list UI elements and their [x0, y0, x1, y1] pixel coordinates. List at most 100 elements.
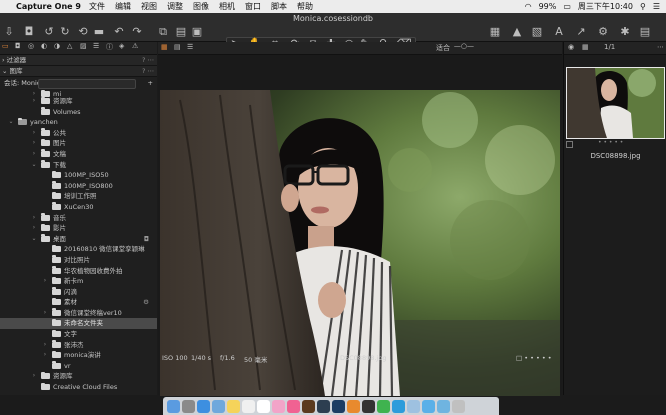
tree-item[interactable]: 未命名文件夹	[0, 318, 157, 330]
camera-icon[interactable]: ◘	[144, 234, 149, 245]
tree-item[interactable]: Volumes	[0, 107, 157, 118]
menu-camera[interactable]: 相机	[219, 1, 235, 12]
tree-item[interactable]: ⌄ 下载	[0, 160, 157, 171]
grid-icon[interactable]: ▦	[488, 25, 502, 38]
tree-item[interactable]: 对比照片	[0, 255, 157, 266]
redo-arrow-icon[interactable]: ↷	[130, 25, 144, 38]
viewer-toggle-icon[interactable]: ▣	[190, 25, 204, 38]
chevron-right-icon[interactable]: ›	[31, 371, 37, 382]
add-icon[interactable]: +	[148, 77, 153, 89]
bridge-icon[interactable]	[302, 399, 315, 413]
reset-icon[interactable]: ⟲	[76, 25, 90, 38]
tree-item[interactable]: ⌄ 桌面 ◘	[0, 234, 157, 245]
more-icon[interactable]: ⋯	[657, 43, 664, 51]
menu-file[interactable]: 文件	[89, 1, 105, 12]
chevron-right-icon[interactable]: ›	[31, 96, 37, 107]
browser-toggle-icon[interactable]: ▤	[174, 25, 188, 38]
books-icon[interactable]	[347, 399, 360, 413]
launchpad-icon[interactable]	[182, 399, 195, 413]
tree-item[interactable]: › 图片	[0, 138, 157, 149]
panel-controls-icon[interactable]: ? ⋯	[142, 55, 154, 65]
stack-icon[interactable]: ▤	[638, 25, 652, 38]
chevron-down-icon[interactable]: ⌄	[8, 117, 14, 128]
warning-icon[interactable]: ▲	[510, 25, 524, 38]
menu-script[interactable]: 脚本	[271, 1, 287, 12]
overlay-icon[interactable]: ▧	[530, 25, 544, 38]
trash-icon[interactable]	[452, 399, 465, 413]
tree-item[interactable]: 素材 ⚙	[0, 297, 157, 308]
eye-icon[interactable]: ◉	[568, 43, 574, 51]
tree-item[interactable]: 20160810 微信课堂孪颖琳	[0, 244, 157, 255]
chevron-right-icon[interactable]: ›	[31, 128, 37, 139]
gear-icon[interactable]: ⚙	[143, 297, 149, 308]
undo-icon[interactable]: ↺	[42, 25, 56, 38]
folder-icon[interactable]	[422, 399, 435, 413]
adjustments-tab-icon[interactable]: ☰	[93, 42, 99, 50]
text-icon[interactable]: A	[552, 25, 566, 38]
search-icon[interactable]: ⚲	[640, 2, 646, 11]
select-checkbox[interactable]	[566, 141, 573, 148]
tree-item[interactable]: vr	[0, 361, 157, 372]
tree-item[interactable]: › 影片	[0, 223, 157, 234]
qq-icon[interactable]	[392, 399, 405, 413]
import-icon[interactable]: ⇩	[2, 25, 16, 38]
tree-item[interactable]: › 资源库	[0, 96, 157, 107]
menu-list-icon[interactable]: ☰	[653, 2, 660, 11]
tree-item[interactable]: ⌄ yanchen	[0, 117, 157, 128]
chevron-right-icon[interactable]: ›	[31, 213, 37, 224]
battery-icon[interactable]: ▭	[563, 2, 571, 11]
tree-item[interactable]: 100MP_ISO50	[0, 170, 157, 181]
menu-view[interactable]: 视图	[141, 1, 157, 12]
layout-grid-icon[interactable]: ▦	[161, 43, 168, 51]
copy-icon[interactable]: ⧉	[156, 25, 170, 38]
library-tab-icon[interactable]: ▭	[2, 42, 9, 50]
finder-icon[interactable]	[167, 399, 180, 413]
chevron-down-icon[interactable]: ⌄	[31, 234, 37, 245]
tree-item[interactable]: 文字	[0, 329, 157, 340]
thumb-rating-dots[interactable]: • • • • •	[598, 139, 623, 146]
layout-filmstrip-icon[interactable]: ▤	[174, 43, 181, 51]
undo-arrow-icon[interactable]: ↶	[112, 25, 126, 38]
capture-one-icon[interactable]	[362, 399, 375, 413]
tree-item[interactable]: › 文稿	[0, 149, 157, 160]
chevron-right-icon[interactable]: ›	[42, 350, 48, 361]
safari-icon[interactable]	[197, 399, 210, 413]
zoom-fit-label[interactable]: 适合	[436, 43, 450, 53]
tree-item[interactable]: 培训工作照	[0, 191, 157, 202]
chevron-right-icon[interactable]: ›	[42, 340, 48, 351]
chevron-right-icon[interactable]: ›	[31, 149, 37, 160]
redo-icon[interactable]: ↻	[58, 25, 72, 38]
photos-icon[interactable]	[272, 399, 285, 413]
photoshop-icon[interactable]	[332, 399, 345, 413]
wifi-icon[interactable]: ◠	[525, 2, 532, 11]
rating-dots[interactable]: □ • • • • •	[516, 354, 552, 362]
detail-tab-icon[interactable]: △	[67, 42, 72, 50]
notes-icon[interactable]	[227, 399, 240, 413]
reminders-icon[interactable]	[242, 399, 255, 413]
tree-item[interactable]: › 公共	[0, 128, 157, 139]
menu-edit[interactable]: 编辑	[115, 1, 131, 12]
layout-list-icon[interactable]: ☰	[187, 43, 193, 51]
menu-help[interactable]: 帮助	[297, 1, 313, 12]
chevron-right-icon[interactable]: ›	[42, 276, 48, 287]
exposure-tab-icon[interactable]: ◑	[54, 42, 60, 50]
lightroom-icon[interactable]	[317, 399, 330, 413]
camera-icon[interactable]: ◘	[22, 25, 36, 38]
chevron-down-icon[interactable]: ⌄	[31, 160, 37, 171]
settings-icon[interactable]: ✱	[618, 25, 632, 38]
calendar-icon[interactable]	[257, 399, 270, 413]
folder-icon[interactable]	[437, 399, 450, 413]
grid-icon[interactable]: ▦	[582, 43, 589, 51]
tree-item[interactable]: › 张沛杰	[0, 340, 157, 351]
capture-tab-icon[interactable]: ◘	[15, 42, 21, 50]
tree-item[interactable]: 华农植物园收费外拍	[0, 266, 157, 277]
output-tab-icon[interactable]: ◈	[119, 42, 124, 50]
tree-item[interactable]: › 资源库	[0, 371, 157, 382]
metadata-tab-icon[interactable]: ⓘ	[106, 42, 113, 52]
menu-window[interactable]: 窗口	[245, 1, 261, 12]
filters-panel-header[interactable]: › 过滤器 ? ⋯	[0, 55, 157, 66]
tree-item[interactable]: › 微信课堂终稿ver10	[0, 308, 157, 319]
tree-item[interactable]: › 音乐	[0, 213, 157, 224]
tree-item[interactable]: 闪滴	[0, 287, 157, 298]
tree-item[interactable]: 100MP_ISO800	[0, 181, 157, 192]
